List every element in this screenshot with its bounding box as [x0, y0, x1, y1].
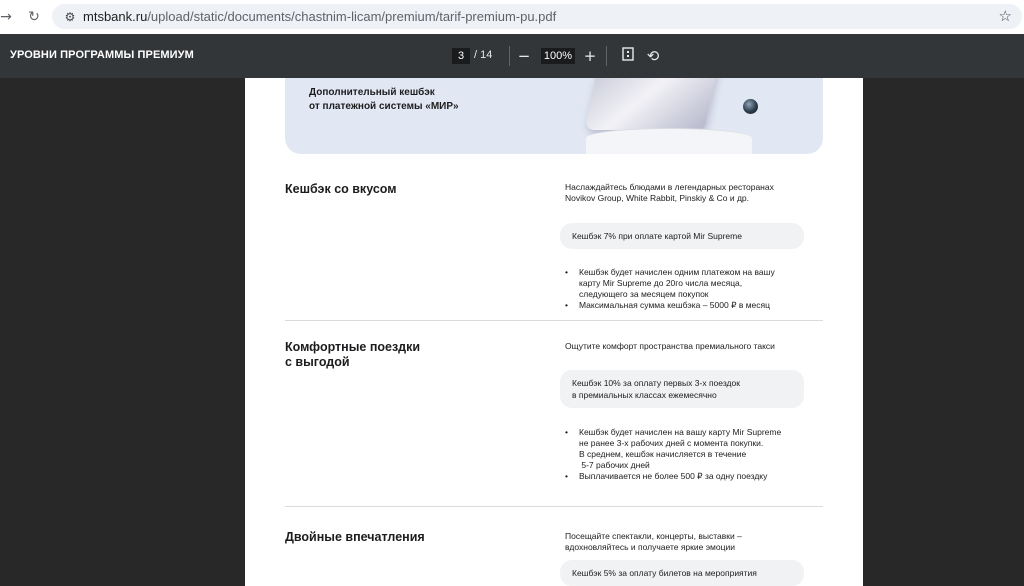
cashback-pill: Кешбэк 7% при оплате картой Mir Supreme — [560, 223, 804, 249]
bullet-list: Кешбэк будет начислен одним платежом на … — [565, 267, 775, 311]
pdf-viewer[interactable]: Дополнительный кешбэк от платежной систе… — [0, 78, 1024, 586]
cashback-pill: Кешбэк 10% за оплату первых 3-х поездок … — [560, 370, 804, 408]
pdf-page: Дополнительный кешбэк от платежной систе… — [245, 78, 863, 586]
url-field[interactable]: ⚙ mtsbank.ru/upload/static/documents/cha… — [52, 4, 1022, 29]
fit-page-icon[interactable] — [618, 46, 638, 66]
document-title: УРОВНИ ПРОГРАММЫ ПРЕМИУМ — [10, 49, 194, 61]
rotate-icon[interactable]: ⟲ — [643, 46, 663, 66]
promo-banner: Дополнительный кешбэк от платежной систе… — [285, 78, 823, 154]
site-info-icon[interactable]: ⚙ — [60, 7, 80, 27]
page-number-input[interactable]: 3 — [452, 48, 470, 64]
reload-icon[interactable]: ↻ — [22, 5, 46, 29]
list-item: Кешбэк будет начислен на вашу карту Mir … — [565, 427, 781, 471]
section-description: Ощутите комфорт пространства премиальног… — [565, 341, 775, 351]
cashback-pill: Кешбэк 5% за оплату билетов на мероприят… — [560, 560, 804, 586]
zoom-in-button[interactable]: + — [580, 46, 600, 66]
zoom-input[interactable]: 100% — [541, 48, 575, 64]
card-image — [584, 78, 718, 130]
pdf-toolbar: УРОВНИ ПРОГРАММЫ ПРЕМИУМ 3 / 14 − 100% +… — [0, 34, 1024, 78]
section-divider — [285, 320, 823, 321]
list-item: Максимальная сумма кешбэка – 5000 ₽ в ме… — [565, 300, 775, 311]
url-text: mtsbank.ru/upload/static/documents/chast… — [83, 9, 557, 24]
zoom-out-button[interactable]: − — [514, 46, 534, 66]
browser-address-bar: → ↻ ⚙ mtsbank.ru/upload/static/documents… — [0, 0, 1024, 34]
orb-image — [743, 99, 758, 114]
section-title: Кешбэк со вкусом — [285, 182, 397, 196]
section-divider — [285, 506, 823, 507]
toolbar-divider — [509, 46, 510, 66]
section-title: Комфортные поездки с выгодой — [285, 340, 421, 369]
bullet-list: Кешбэк будет начислен на вашу карту Mir … — [565, 427, 781, 482]
section-description: Посещайте спектакли, концерты, выставки … — [565, 531, 742, 552]
list-item: Выплачивается не более 500 ₽ за одну пое… — [565, 471, 781, 482]
pedestal-image — [586, 128, 752, 154]
page-total: / 14 — [474, 49, 493, 61]
banner-text: Дополнительный кешбэк от платежной систе… — [309, 87, 459, 112]
bookmark-star-icon[interactable]: ☆ — [999, 7, 1012, 25]
toolbar-divider — [606, 46, 607, 66]
section-description: Наслаждайтесь блюдами в легендарных рест… — [565, 182, 774, 203]
forward-icon[interactable]: → — [0, 5, 18, 29]
section-title: Двойные впечатления — [285, 530, 425, 544]
list-item: Кешбэк будет начислен одним платежом на … — [565, 267, 775, 300]
